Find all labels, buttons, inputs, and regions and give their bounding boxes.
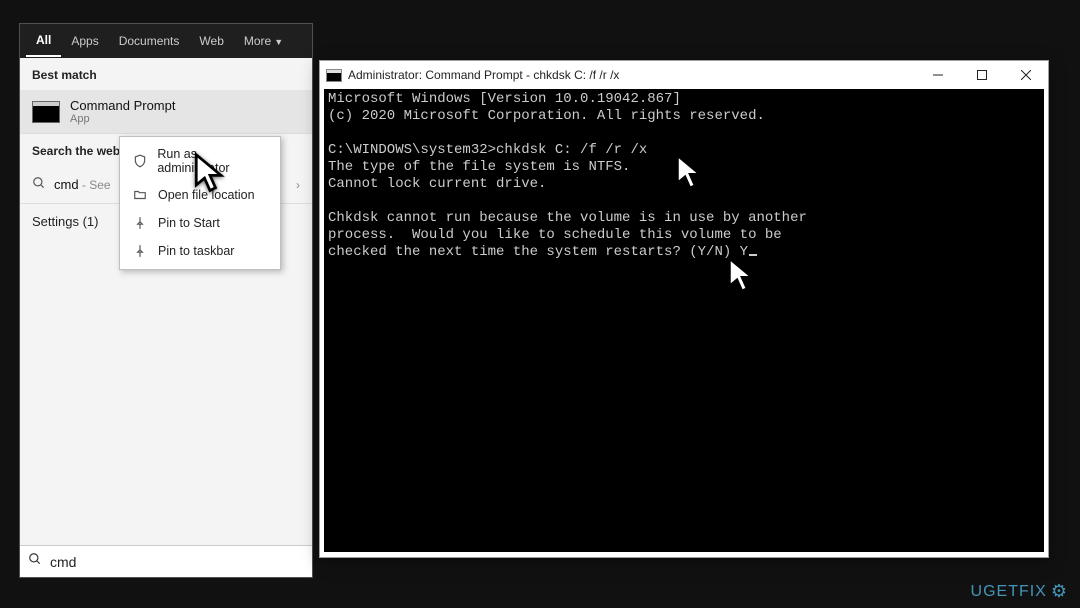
title-bar[interactable]: Administrator: Command Prompt - chkdsk C… [320,61,1048,89]
gear-icon: ⚙ [1051,581,1068,602]
pin-icon [132,215,148,231]
watermark-text: UGETFIX [971,583,1047,601]
web-query-suffix: - See [79,178,111,192]
ctx-pin-to-taskbar[interactable]: Pin to taskbar [120,237,280,265]
cmd-app-icon [32,101,60,123]
shield-icon [132,153,147,169]
search-filter-tabs: All Apps Documents Web More▼ [20,24,312,58]
close-button[interactable] [1004,61,1048,89]
pin-icon [132,243,148,259]
cmd-title-icon [326,69,342,82]
folder-icon [132,187,148,203]
tab-apps[interactable]: Apps [61,26,108,56]
chevron-right-icon: › [296,178,300,192]
ctx-label: Pin to Start [158,216,220,230]
cursor-icon [675,153,705,193]
search-input[interactable] [50,554,304,570]
search-icon [32,176,46,193]
maximize-button[interactable] [960,61,1004,89]
ctx-pin-to-start[interactable]: Pin to Start [120,209,280,237]
best-match-title: Command Prompt [70,98,175,113]
ctx-label: Pin to taskbar [158,244,234,258]
section-best-match-header: Best match [20,58,312,90]
search-box[interactable] [20,545,312,577]
windows-search-panel: All Apps Documents Web More▼ Best match … [19,23,313,578]
chevron-down-icon: ▼ [274,37,283,47]
window-title: Administrator: Command Prompt - chkdsk C… [348,68,619,82]
tab-more[interactable]: More▼ [234,26,293,56]
tab-web[interactable]: Web [189,26,233,56]
command-prompt-window: Administrator: Command Prompt - chkdsk C… [319,60,1049,558]
best-match-result[interactable]: Command Prompt App [20,90,312,133]
search-icon [28,552,42,571]
best-match-subtitle: App [70,113,175,125]
cursor-icon [193,152,227,196]
watermark: UGETFIX ⚙ [971,581,1068,602]
tab-all[interactable]: All [26,25,61,57]
cursor-icon [727,256,757,296]
minimize-button[interactable] [916,61,960,89]
tab-documents[interactable]: Documents [109,26,190,56]
tab-more-label: More [244,34,271,48]
web-query-text: cmd [54,177,79,192]
